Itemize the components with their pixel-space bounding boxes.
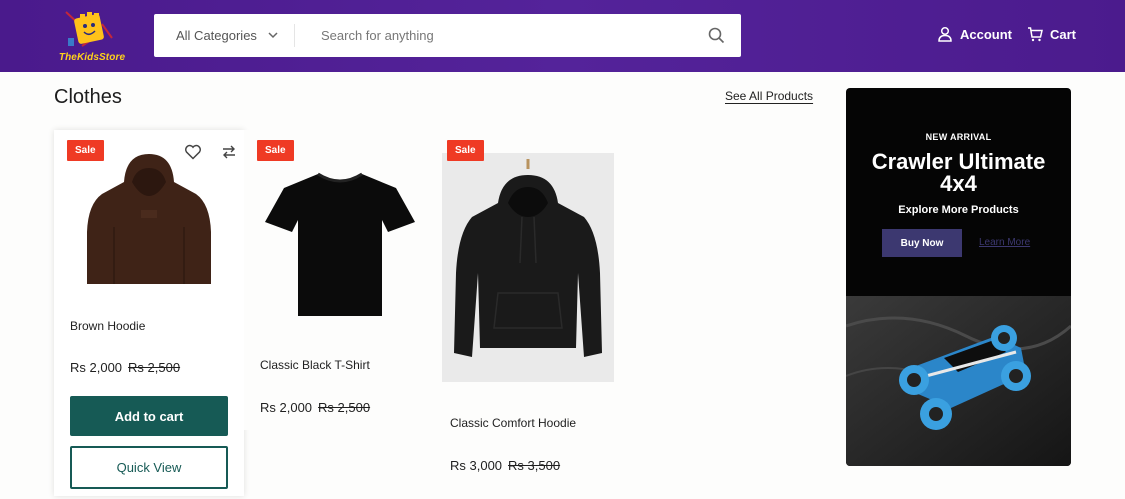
old-price: Rs 3,500 <box>508 458 561 473</box>
brown-hoodie-image <box>87 154 211 284</box>
add-to-cart-button[interactable]: Add to cart <box>70 396 228 436</box>
search-bar: All Categories <box>154 14 741 57</box>
cart-label: Cart <box>1050 26 1077 42</box>
banner-title-line1: Crawler Ultimate <box>871 149 1046 174</box>
black-hoodie-image <box>454 159 602 357</box>
product-card-black-tshirt[interactable]: Sale Classic Black T-Shirt Rs 2,000 Rs 2,… <box>244 130 434 430</box>
product-price: Rs 2,000 Rs 2,500 <box>260 400 370 415</box>
product-image-frame <box>442 153 614 382</box>
banner-title-line2: 4x4 <box>940 171 977 196</box>
product-price: Rs 2,000 Rs 2,500 <box>70 360 180 375</box>
product-name[interactable]: Classic Comfort Hoodie <box>450 416 576 430</box>
quick-view-button[interactable]: Quick View <box>70 446 228 489</box>
compare-icon[interactable] <box>220 143 238 161</box>
current-price: Rs 3,000 <box>450 458 503 473</box>
see-all-products-link[interactable]: See All Products <box>725 89 813 103</box>
black-tshirt-image <box>265 172 415 316</box>
search-divider <box>294 24 295 47</box>
sale-badge: Sale <box>447 140 484 161</box>
current-price: Rs 2,000 <box>70 360 123 375</box>
product-name[interactable]: Brown Hoodie <box>70 319 145 333</box>
logo-icon <box>65 11 113 47</box>
section-title: Clothes <box>54 86 122 108</box>
store-logo[interactable]: TheKidsStore <box>54 8 130 66</box>
learn-more-link[interactable]: Learn More <box>979 237 1030 248</box>
product-card-brown-hoodie[interactable]: Sale Brown Hoodie Rs 2,000 Rs 2,500 Add t… <box>54 130 244 496</box>
cart-icon <box>1028 27 1043 42</box>
account-label: Account <box>960 26 1012 42</box>
user-icon <box>938 26 952 42</box>
rc-car-image <box>846 296 1071 466</box>
buy-now-button[interactable]: Buy Now <box>882 229 962 257</box>
product-price: Rs 3,000 Rs 3,500 <box>450 458 560 473</box>
current-price: Rs 2,000 <box>260 400 313 415</box>
promo-banner[interactable]: NEW ARRIVAL Crawler Ultimate 4x4 Explore… <box>846 88 1071 466</box>
chevron-down-icon <box>268 32 278 39</box>
product-card-comfort-hoodie[interactable]: Sale Classic Comfort Hoodie Rs 3,000 Rs 3… <box>434 130 624 480</box>
banner-title: Crawler Ultimate 4x4 <box>846 151 1071 195</box>
search-input[interactable] <box>321 14 681 57</box>
banner-subtitle: Explore More Products <box>898 204 1019 216</box>
account-link[interactable]: Account <box>937 26 1012 42</box>
category-label: All Categories <box>176 28 257 43</box>
old-price: Rs 2,500 <box>128 360 181 375</box>
old-price: Rs 2,500 <box>318 400 371 415</box>
sale-badge: Sale <box>257 140 294 161</box>
search-icon[interactable] <box>708 27 725 44</box>
top-header: TheKidsStore All Categories Account Cart <box>0 0 1125 72</box>
cart-link[interactable]: Cart <box>1027 26 1076 42</box>
product-name[interactable]: Classic Black T-Shirt <box>260 358 370 372</box>
banner-eyebrow: NEW ARRIVAL <box>925 132 992 142</box>
logo-text: TheKidsStore <box>58 52 126 63</box>
